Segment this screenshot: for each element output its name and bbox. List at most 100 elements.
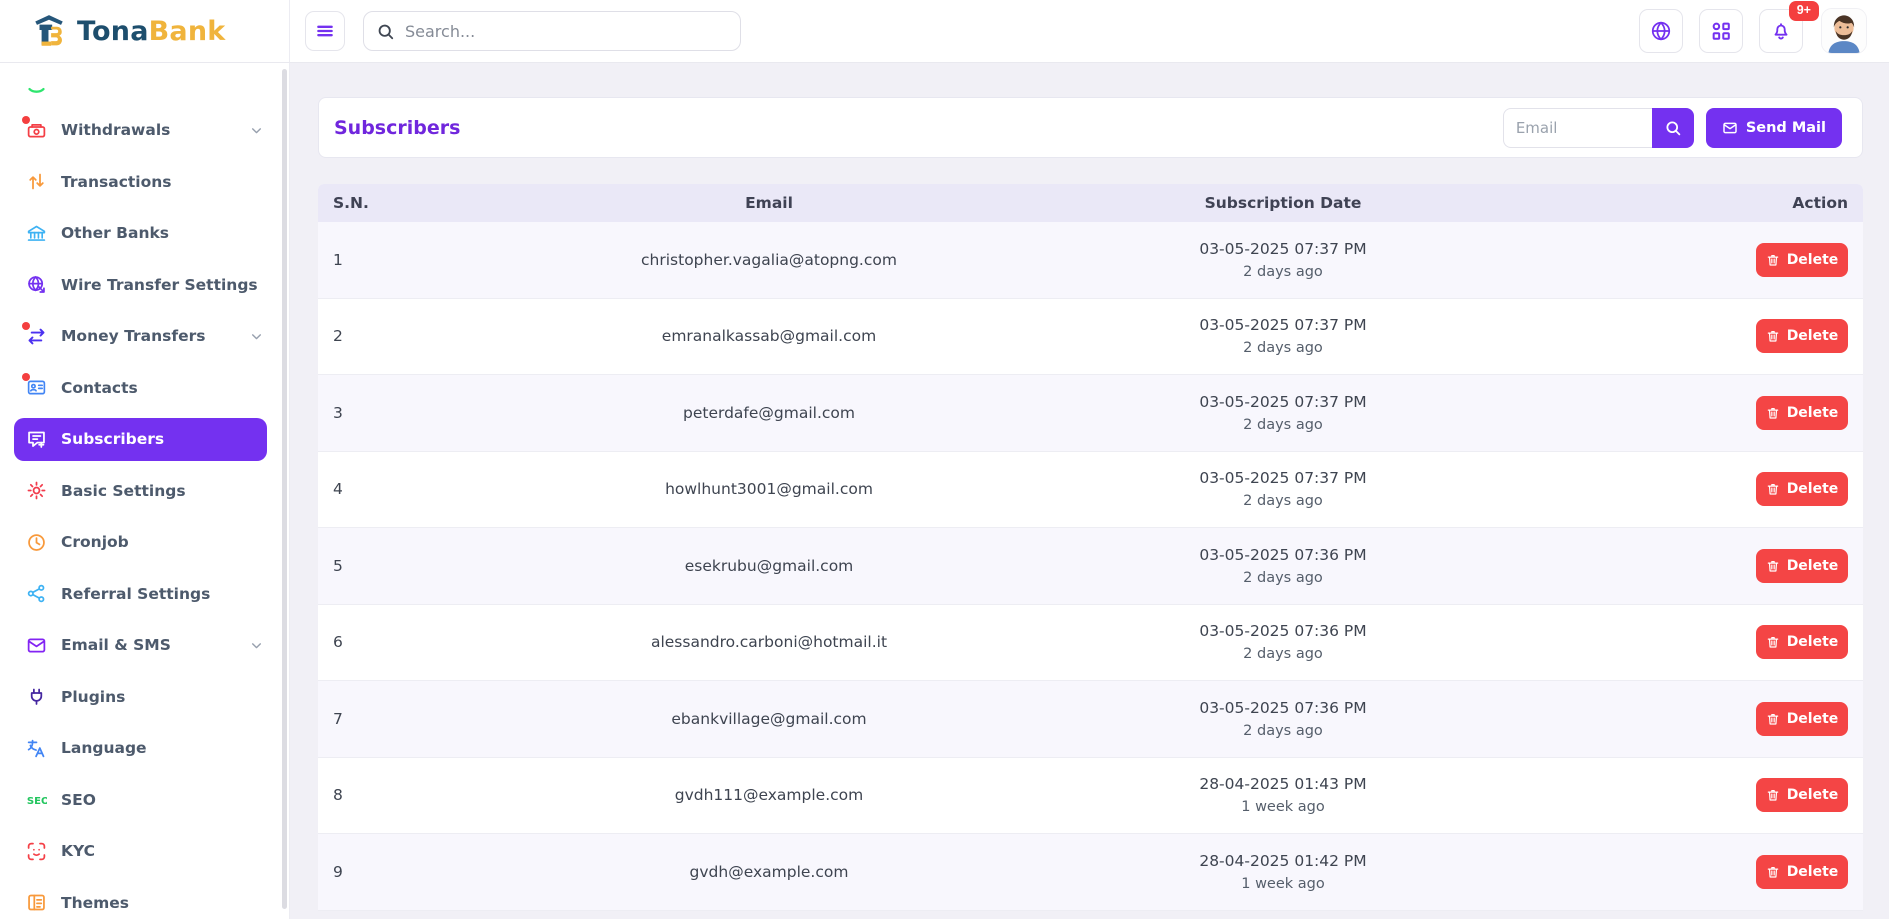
sidebar-item-other-banks[interactable]: Other Banks xyxy=(14,212,267,255)
sidebar-item-basic-settings[interactable]: Basic Settings xyxy=(14,469,267,512)
subscribers-panel-header: Subscribers Send Mail xyxy=(318,97,1863,158)
cell-subscription-date: 28-04-2025 01:43 PM1 week ago xyxy=(1100,775,1466,815)
sidebar-item-email-sms[interactable]: Email & SMS xyxy=(14,624,267,667)
subscription-relative-time: 2 days ago xyxy=(1100,646,1466,662)
face-id-icon xyxy=(26,841,47,862)
sidebar-item-withdrawals[interactable]: Withdrawals xyxy=(14,109,267,152)
sidebar-item-label: SEO xyxy=(61,791,96,809)
sidebar-scrollbar[interactable] xyxy=(282,69,287,909)
sidebar-item-cronjob[interactable]: Cronjob xyxy=(14,521,267,564)
cell-sn: 6 xyxy=(318,633,438,651)
sidebar-item-transactions[interactable]: Transactions xyxy=(14,160,267,203)
apps-grid-icon xyxy=(1710,20,1732,42)
subscription-relative-time: 2 days ago xyxy=(1100,417,1466,433)
sidebar-menu: Withdrawals Transactions Other Banks Wire T… xyxy=(0,63,289,919)
chevron-down-icon xyxy=(250,124,263,137)
cell-email: howlhunt3001@gmail.com xyxy=(438,480,1100,498)
sidebar-item-money-transfers[interactable]: Money Transfers xyxy=(14,315,267,358)
trash-icon xyxy=(1766,482,1780,496)
cell-email: peterdafe@gmail.com xyxy=(438,404,1100,422)
sidebar-item-label: Cronjob xyxy=(61,533,129,551)
subscription-relative-time: 2 days ago xyxy=(1100,340,1466,356)
translate-icon xyxy=(26,738,47,759)
send-mail-button[interactable]: Send Mail xyxy=(1706,108,1842,148)
cell-action: Delete xyxy=(1466,778,1863,812)
delete-label: Delete xyxy=(1787,864,1839,880)
sidebar-item-label: Contacts xyxy=(61,379,138,397)
trash-icon xyxy=(1766,253,1780,267)
sidebar-item-plugins[interactable]: Plugins xyxy=(14,675,267,718)
seo-icon: SEO xyxy=(26,789,47,810)
delete-button[interactable]: Delete xyxy=(1756,549,1848,583)
topbar-actions: 9+ xyxy=(290,0,1889,62)
sidebar-item-kyc[interactable]: KYC xyxy=(14,830,267,873)
delete-label: Delete xyxy=(1787,252,1839,268)
subscription-relative-time: 2 days ago xyxy=(1100,264,1466,280)
delete-button[interactable]: Delete xyxy=(1756,778,1848,812)
cell-subscription-date: 03-05-2025 07:37 PM2 days ago xyxy=(1100,469,1466,509)
table-row: 8gvdh111@example.com28-04-2025 01:43 PM1… xyxy=(318,758,1863,835)
table-row: 2emranalkassab@gmail.com03-05-2025 07:37… xyxy=(318,299,1863,376)
trash-icon xyxy=(1766,559,1780,573)
notifications-button[interactable]: 9+ xyxy=(1759,9,1803,53)
table-header-row: S.N.EmailSubscription DateAction xyxy=(318,184,1863,222)
email-filter-input[interactable] xyxy=(1503,108,1652,148)
delete-button[interactable]: Delete xyxy=(1756,855,1848,889)
delete-button[interactable]: Delete xyxy=(1756,243,1848,277)
sidebar-item-contacts[interactable]: Contacts xyxy=(14,366,267,409)
email-search-button[interactable] xyxy=(1652,108,1694,148)
search-input[interactable] xyxy=(405,22,728,41)
subscription-date: 03-05-2025 07:36 PM xyxy=(1100,622,1466,640)
hamburger-icon xyxy=(315,21,335,41)
cell-action: Delete xyxy=(1466,319,1863,353)
column-header-subscription-date: Subscription Date xyxy=(1100,194,1466,212)
delete-label: Delete xyxy=(1787,711,1839,727)
sidebar-item-label: Email & SMS xyxy=(61,636,171,654)
cell-action: Delete xyxy=(1466,472,1863,506)
cell-subscription-date: 03-05-2025 07:37 PM2 days ago xyxy=(1100,393,1466,433)
language-globe-button[interactable] xyxy=(1639,9,1683,53)
sidebar-item-label: Transactions xyxy=(61,173,172,191)
search-icon xyxy=(376,22,395,41)
cell-action: Delete xyxy=(1466,549,1863,583)
apps-grid-button[interactable] xyxy=(1699,9,1743,53)
brand-logo-icon xyxy=(30,12,68,50)
cell-email: esekrubu@gmail.com xyxy=(438,557,1100,575)
sidebar-item-themes[interactable]: Themes xyxy=(14,881,267,919)
column-header-action: Action xyxy=(1466,194,1863,212)
table-row: 1christopher.vagalia@atopng.com03-05-202… xyxy=(318,222,1863,299)
cell-email: emranalkassab@gmail.com xyxy=(438,327,1100,345)
sidebar-item-seo[interactable]: SEO SEO xyxy=(14,778,267,821)
sidebar-item-referral-settings[interactable]: Referral Settings xyxy=(14,572,267,615)
sidebar-item-label: Basic Settings xyxy=(61,482,186,500)
trash-icon xyxy=(1766,712,1780,726)
brand[interactable]: TonaBank xyxy=(0,0,290,62)
user-avatar[interactable] xyxy=(1821,8,1867,54)
cell-email: ebankvillage@gmail.com xyxy=(438,710,1100,728)
notification-dot xyxy=(22,373,30,381)
subscribers-table: S.N.EmailSubscription DateAction 1christ… xyxy=(318,184,1863,911)
arrows-swap-icon xyxy=(26,326,47,347)
sidebar-item-subscribers[interactable]: Subscribers xyxy=(14,418,267,461)
sidebar-item-label: Language xyxy=(61,739,147,757)
cell-subscription-date: 03-05-2025 07:36 PM 2 days ago xyxy=(1100,622,1466,662)
sidebar-item-wire-transfer-settings[interactable]: Wire Transfer Settings xyxy=(14,263,267,306)
delete-button[interactable]: Delete xyxy=(1756,625,1848,659)
withdrawals-icon xyxy=(26,120,47,141)
table-row: 6alessandro.carboni@hotmail.it03-05-2025… xyxy=(318,605,1863,682)
delete-button[interactable]: Delete xyxy=(1756,472,1848,506)
sidebar-item-language[interactable]: Language xyxy=(14,727,267,770)
layout-icon xyxy=(26,892,47,913)
cell-email: gvdh111@example.com xyxy=(438,786,1100,804)
cell-sn: 3 xyxy=(318,404,438,422)
global-search xyxy=(363,11,741,51)
delete-button[interactable]: Delete xyxy=(1756,702,1848,736)
sidebar-item-clipped[interactable] xyxy=(14,63,267,100)
cell-action: Delete xyxy=(1466,625,1863,659)
sidebar-toggle-button[interactable] xyxy=(305,11,345,51)
message-plus-icon xyxy=(26,429,47,450)
cell-subscription-date: 03-05-2025 07:37 PM2 days ago xyxy=(1100,316,1466,356)
subscription-relative-time: 2 days ago xyxy=(1100,570,1466,586)
delete-button[interactable]: Delete xyxy=(1756,396,1848,430)
delete-button[interactable]: Delete xyxy=(1756,319,1848,353)
